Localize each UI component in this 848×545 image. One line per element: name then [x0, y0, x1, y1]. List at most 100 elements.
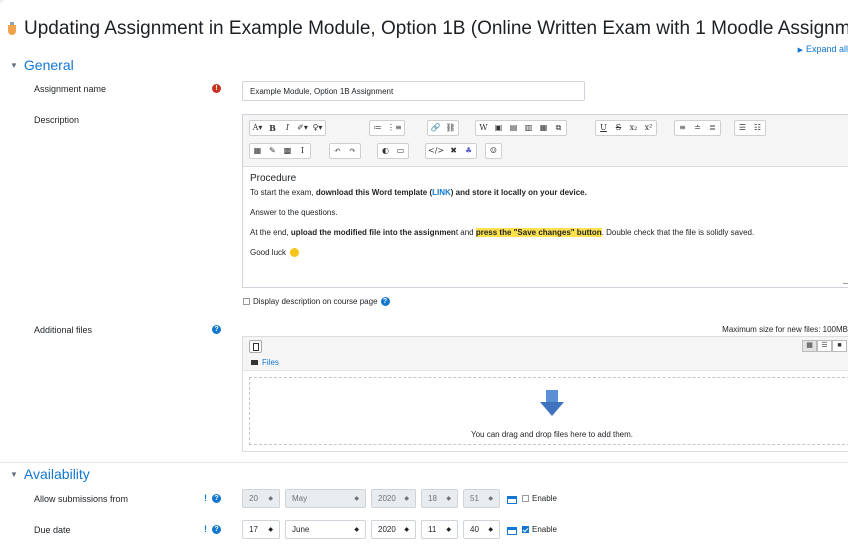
hour-select[interactable]: 11 ◆ — [421, 520, 458, 539]
enable-checkbox[interactable] — [522, 526, 529, 533]
manage-files-button[interactable]: ⧉ — [551, 121, 566, 135]
enable-label: Enable — [532, 525, 557, 534]
html-button[interactable]: </> — [426, 144, 446, 158]
link-button[interactable]: 🔗 — [428, 121, 443, 135]
assignment-name-input[interactable]: Example Module, Option 1B Assignment — [242, 81, 585, 101]
minute-select[interactable]: 40 ◆ — [463, 520, 500, 539]
editor-content[interactable]: Procedure To start the exam, download th… — [243, 167, 848, 273]
hour-value: 18 — [428, 494, 437, 503]
minute-select[interactable]: 51 ◆ — [463, 489, 500, 508]
recordrtc-button[interactable]: ▥ — [521, 121, 536, 135]
align-left-button[interactable]: ≡ — [675, 121, 690, 135]
description-editor[interactable]: A▾ B I ✐▾ ♀▾ ≔ ⋮≡ 🔗 ⛓ W ▣ ▤ ▥ ▦ ⧉ U S x₂… — [242, 114, 848, 288]
year-select[interactable]: 2020 ◆ — [371, 489, 416, 508]
bold-button[interactable]: B — [265, 121, 280, 135]
align-center-button[interactable]: ≐ — [690, 121, 705, 135]
help-icon[interactable]: ? — [212, 325, 221, 334]
files-breadcrumb[interactable]: Files — [251, 358, 279, 367]
unordered-list-button[interactable]: ≔ — [370, 121, 385, 135]
calendar-icon[interactable] — [507, 525, 517, 535]
hour-value: 11 — [428, 525, 437, 534]
description-label: Description — [34, 115, 80, 125]
grid-view-icon[interactable]: ▦ — [802, 340, 817, 352]
year-select[interactable]: 2020 ◆ — [371, 520, 416, 539]
redo-button[interactable]: ↷ — [345, 144, 360, 158]
day-value: 20 — [249, 494, 258, 503]
unlink-button[interactable]: ⛓ — [443, 121, 458, 135]
template-link[interactable]: LINK — [432, 188, 451, 197]
select-arrow-icon: ◆ — [268, 527, 273, 533]
p3-text: At the end, — [250, 228, 291, 237]
editor-paragraph-1: To start the exam, download this Word te… — [250, 187, 848, 198]
undo-button[interactable]: ↶ — [330, 144, 345, 158]
add-file-button[interactable] — [249, 340, 262, 353]
section-availability-heading: Availability — [23, 466, 90, 482]
hour-select[interactable]: 18 ◆ — [421, 489, 458, 508]
resize-handle-icon[interactable] — [843, 278, 848, 284]
calendar-icon[interactable] — [507, 494, 517, 504]
toolbar-group-emoji: ☺ — [485, 143, 502, 159]
section-availability-toggle[interactable]: ▼ Availability — [10, 466, 90, 482]
expand-all-link[interactable]: ▶ Expand all — [798, 44, 848, 54]
fullscreen-button[interactable]: ✖ — [446, 144, 461, 158]
h5p-button[interactable]: ▦ — [536, 121, 551, 135]
highlight-button[interactable]: ♀▾ — [310, 121, 325, 135]
month-value: June — [292, 525, 310, 534]
view-switcher: ▦ ☰ ■ — [802, 340, 847, 352]
p4-text: Good luck — [250, 248, 287, 257]
media-button[interactable]: ▤ — [506, 121, 521, 135]
list-view-icon[interactable]: ☰ — [817, 340, 832, 352]
screenreader-helper-button[interactable]: ▭ — [393, 144, 408, 158]
p1-bold-end: ) and store it locally on your device. — [450, 188, 587, 197]
month-select[interactable]: June ◆ — [285, 520, 366, 539]
toolbar-group-access: ◐ ▭ — [377, 143, 409, 159]
p3-highlight: press the "Save changes" button — [475, 228, 602, 237]
file-drop-zone[interactable]: You can drag and drop files here to add … — [249, 377, 848, 445]
enable-checkbox[interactable] — [522, 495, 529, 502]
clear-format-button[interactable]: I — [295, 144, 310, 158]
tree-view-icon[interactable]: ■ — [832, 340, 847, 352]
toolbar-group-align: ≡ ≐ ≣ — [674, 120, 721, 136]
month-select[interactable]: May ◆ — [285, 489, 366, 508]
display-description-checkbox-row[interactable]: Display description on course page ? — [243, 297, 390, 306]
outdent-button[interactable]: ☷ — [750, 121, 765, 135]
editor-paragraph-2: Answer to the questions. — [250, 208, 338, 217]
smiley-icon — [290, 248, 300, 258]
word-import-button[interactable]: W — [476, 121, 491, 135]
day-select[interactable]: 17 ◆ — [242, 520, 280, 539]
image-button[interactable]: ▣ — [491, 121, 506, 135]
toolbar-group-style: A▾ B I ✐▾ ♀▾ — [249, 120, 326, 136]
help-icon[interactable]: ? — [212, 494, 221, 503]
indent-button[interactable]: ☰ — [735, 121, 750, 135]
edit-button[interactable]: ✎ — [265, 144, 280, 158]
teams-button[interactable]: ♣ — [461, 144, 476, 158]
day-select[interactable]: 20 ◆ — [242, 489, 280, 508]
year-value: 2020 — [378, 494, 396, 503]
enable-toggle[interactable]: Enable — [522, 494, 557, 503]
advanced-icon: ! — [204, 524, 207, 534]
help-icon[interactable]: ? — [212, 525, 221, 534]
section-general-toggle[interactable]: ▼ General — [10, 57, 74, 73]
subscript-button[interactable]: x₂ — [626, 121, 641, 135]
enable-toggle[interactable]: Enable — [522, 525, 557, 534]
editor-paragraph-4: Good luck — [250, 247, 848, 258]
max-size-text: Maximum size for new files: 100MB — [722, 325, 848, 334]
strikethrough-button[interactable]: S — [611, 121, 626, 135]
display-description-checkbox[interactable] — [243, 298, 250, 305]
font-style-button[interactable]: A▾ — [250, 121, 265, 135]
align-right-button[interactable]: ≣ — [705, 121, 720, 135]
font-color-button[interactable]: ✐▾ — [295, 121, 310, 135]
display-description-label: Display description on course page — [253, 297, 378, 306]
ordered-list-button[interactable]: ⋮≡ — [385, 121, 404, 135]
emoji-button[interactable]: ☺ — [486, 144, 501, 158]
table-button[interactable]: ▩ — [280, 144, 295, 158]
p1-bold: download this Word template ( — [315, 188, 433, 197]
underline-button[interactable]: U — [596, 121, 611, 135]
help-icon[interactable]: ? — [380, 297, 390, 306]
select-arrow-icon: ◆ — [488, 527, 493, 533]
italic-button[interactable]: I — [280, 121, 295, 135]
allow-submissions-datetime: 20 ◆ May ◆ 2020 ◆ 18 ◆ 51 ◆ Enable — [242, 489, 557, 508]
accessibility-checker-button[interactable]: ◐ — [378, 144, 393, 158]
superscript-button[interactable]: x² — [641, 121, 656, 135]
equation-button[interactable]: ▦ — [250, 144, 265, 158]
